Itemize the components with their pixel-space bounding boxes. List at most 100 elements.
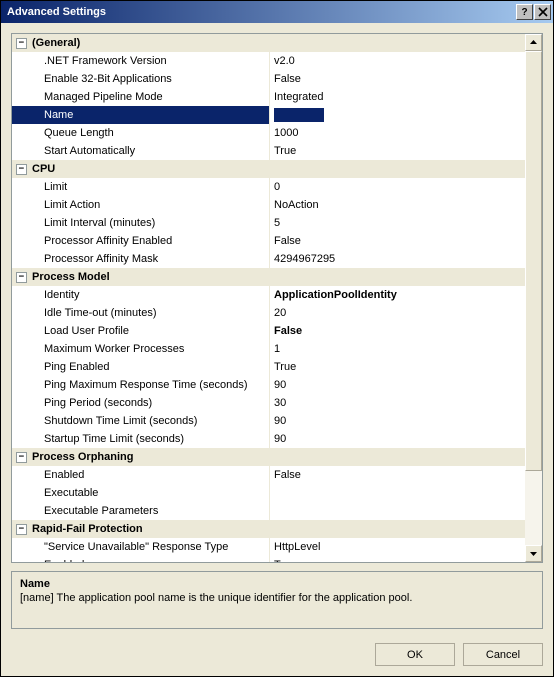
property-label: Enabled	[12, 466, 270, 484]
property-value[interactable]: 90	[270, 376, 525, 394]
property-row[interactable]: .NET Framework Versionv2.0	[12, 52, 525, 70]
property-row[interactable]: Idle Time-out (minutes)20	[12, 304, 525, 322]
category-label: CPU	[32, 163, 55, 175]
property-label: Maximum Worker Processes	[12, 340, 270, 358]
titlebar-buttons: ?	[516, 4, 551, 20]
property-value[interactable]: True	[270, 142, 525, 160]
property-row[interactable]: Startup Time Limit (seconds)90	[12, 430, 525, 448]
property-value[interactable]: False	[270, 322, 525, 340]
property-row[interactable]: Processor Affinity Mask4294967295	[12, 250, 525, 268]
category-label: Rapid-Fail Protection	[32, 523, 143, 535]
category-header[interactable]: −(General)	[12, 34, 525, 52]
scroll-thumb[interactable]	[525, 51, 542, 471]
cancel-button[interactable]: Cancel	[463, 643, 543, 666]
ok-button[interactable]: OK	[375, 643, 455, 666]
titlebar: Advanced Settings ?	[1, 1, 553, 23]
property-row[interactable]: Start AutomaticallyTrue	[12, 142, 525, 160]
property-value[interactable]: False	[270, 232, 525, 250]
property-label: Ping Period (seconds)	[12, 394, 270, 412]
category-label: Process Orphaning	[32, 451, 133, 463]
property-row[interactable]: Limit0	[12, 178, 525, 196]
property-value[interactable]	[270, 106, 525, 124]
category-label: (General)	[32, 37, 80, 49]
property-value[interactable]: 30	[270, 394, 525, 412]
property-label: Limit Action	[12, 196, 270, 214]
property-value[interactable]: 5	[270, 214, 525, 232]
scrollbar-vertical[interactable]	[525, 34, 542, 562]
property-row[interactable]: Executable Parameters	[12, 502, 525, 520]
property-value[interactable]: Integrated	[270, 88, 525, 106]
property-row[interactable]: Enable 32-Bit ApplicationsFalse	[12, 70, 525, 88]
collapse-icon[interactable]: −	[16, 524, 27, 535]
property-row[interactable]: Shutdown Time Limit (seconds)90	[12, 412, 525, 430]
chevron-down-icon	[530, 550, 537, 557]
help-button[interactable]: ?	[516, 4, 533, 20]
property-grid: −(General).NET Framework Versionv2.0Enab…	[11, 33, 543, 563]
property-label: Queue Length	[12, 124, 270, 142]
collapse-icon[interactable]: −	[16, 164, 27, 175]
property-row[interactable]: Name	[12, 106, 525, 124]
dialog-buttons: OK Cancel	[11, 643, 543, 666]
property-value[interactable]: 1	[270, 340, 525, 358]
description-panel: Name [name] The application pool name is…	[11, 571, 543, 629]
property-value-input[interactable]	[274, 108, 324, 122]
property-label: Limit Interval (minutes)	[12, 214, 270, 232]
property-value[interactable]: True	[270, 556, 525, 562]
property-value[interactable]: v2.0	[270, 52, 525, 70]
property-label: Idle Time-out (minutes)	[12, 304, 270, 322]
property-value[interactable]: False	[270, 70, 525, 88]
property-value[interactable]	[270, 502, 525, 520]
property-label: Executable Parameters	[12, 502, 270, 520]
property-row[interactable]: EnabledFalse	[12, 466, 525, 484]
property-row[interactable]: Limit ActionNoAction	[12, 196, 525, 214]
property-value[interactable]: 90	[270, 412, 525, 430]
property-label: Shutdown Time Limit (seconds)	[12, 412, 270, 430]
property-row[interactable]: Queue Length1000	[12, 124, 525, 142]
category-header[interactable]: −Process Orphaning	[12, 448, 525, 466]
close-button[interactable]	[534, 4, 551, 20]
advanced-settings-dialog: Advanced Settings ? −(General).NET Frame…	[0, 0, 554, 677]
property-row[interactable]: Maximum Worker Processes1	[12, 340, 525, 358]
property-row[interactable]: Ping Maximum Response Time (seconds)90	[12, 376, 525, 394]
scroll-track[interactable]	[525, 51, 542, 545]
property-row[interactable]: Managed Pipeline ModeIntegrated	[12, 88, 525, 106]
property-row[interactable]: EnabledTrue	[12, 556, 525, 562]
property-value[interactable]: 1000	[270, 124, 525, 142]
property-row[interactable]: Processor Affinity EnabledFalse	[12, 232, 525, 250]
collapse-icon[interactable]: −	[16, 452, 27, 463]
scroll-down-button[interactable]	[525, 545, 542, 562]
property-row[interactable]: Limit Interval (minutes)5	[12, 214, 525, 232]
property-label: Load User Profile	[12, 322, 270, 340]
scroll-up-button[interactable]	[525, 34, 542, 51]
description-text: [name] The application pool name is the …	[20, 592, 534, 604]
property-row[interactable]: IdentityApplicationPoolIdentity	[12, 286, 525, 304]
category-header[interactable]: −Rapid-Fail Protection	[12, 520, 525, 538]
property-value[interactable]: False	[270, 466, 525, 484]
property-row[interactable]: Ping EnabledTrue	[12, 358, 525, 376]
collapse-icon[interactable]: −	[16, 272, 27, 283]
property-row[interactable]: "Service Unavailable" Response TypeHttpL…	[12, 538, 525, 556]
collapse-icon[interactable]: −	[16, 38, 27, 49]
category-header[interactable]: −CPU	[12, 160, 525, 178]
content-area: −(General).NET Framework Versionv2.0Enab…	[1, 23, 553, 676]
window-title: Advanced Settings	[7, 6, 106, 18]
category-header[interactable]: −Process Model	[12, 268, 525, 286]
property-value[interactable]: 20	[270, 304, 525, 322]
property-row[interactable]: Load User ProfileFalse	[12, 322, 525, 340]
property-label: Name	[12, 106, 270, 124]
property-value[interactable]: ApplicationPoolIdentity	[270, 286, 525, 304]
property-value[interactable]	[270, 484, 525, 502]
property-label: .NET Framework Version	[12, 52, 270, 70]
property-value[interactable]: 4294967295	[270, 250, 525, 268]
property-label: Enabled	[12, 556, 270, 562]
property-value[interactable]: 90	[270, 430, 525, 448]
property-row[interactable]: Ping Period (seconds)30	[12, 394, 525, 412]
property-row[interactable]: Executable	[12, 484, 525, 502]
property-value[interactable]: HttpLevel	[270, 538, 525, 556]
property-value[interactable]: True	[270, 358, 525, 376]
property-label: Managed Pipeline Mode	[12, 88, 270, 106]
description-title: Name	[20, 578, 534, 590]
property-value[interactable]: 0	[270, 178, 525, 196]
property-value[interactable]: NoAction	[270, 196, 525, 214]
property-label: Startup Time Limit (seconds)	[12, 430, 270, 448]
